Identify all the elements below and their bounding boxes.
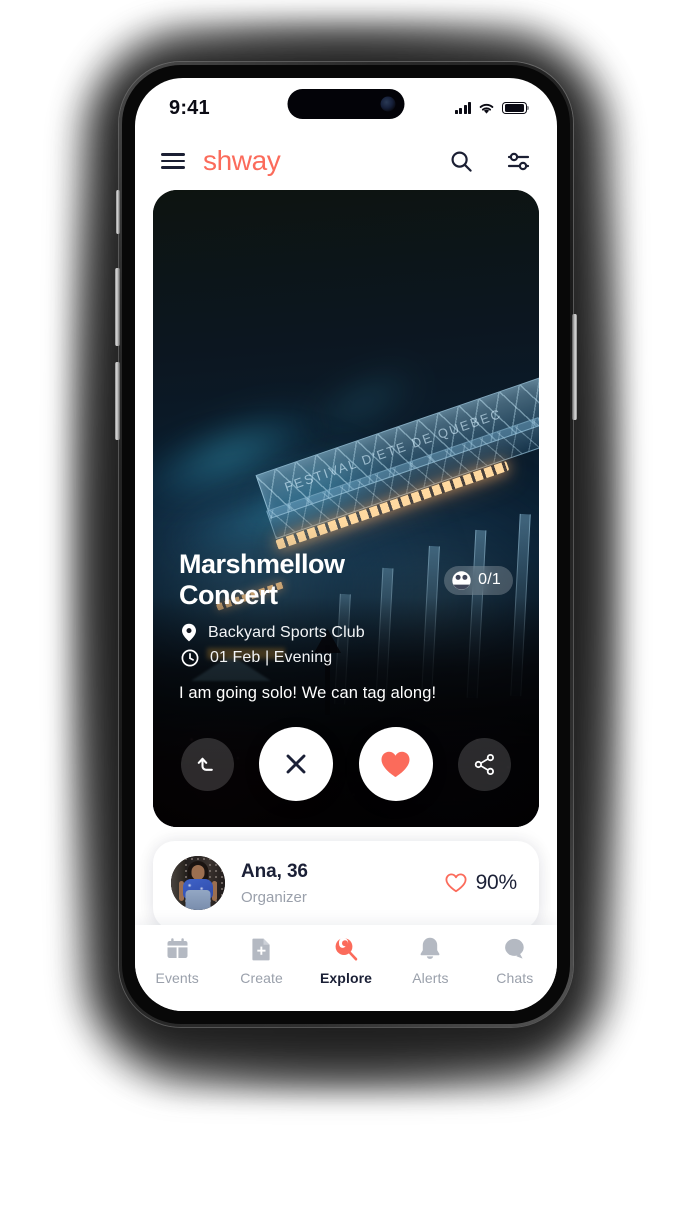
- status-bar-indicators: [454, 96, 530, 115]
- nav-label-create: Create: [240, 970, 283, 986]
- screenshot-canvas: 9:41 shway Marshmellow Concert 0/1 Backy…: [0, 0, 691, 1225]
- location-pin-icon: [182, 623, 196, 642]
- volume-up-button[interactable]: [115, 268, 120, 346]
- nav-label-chats: Chats: [496, 970, 534, 986]
- match-percentage: 90%: [445, 871, 517, 895]
- event-location-row: Backyard Sports Club: [179, 623, 513, 642]
- organizer-card[interactable]: Ana, 36 Organizer 90%: [153, 841, 539, 930]
- nav-label-events: Events: [155, 970, 199, 986]
- event-action-bar: [179, 727, 513, 801]
- nav-item-explore[interactable]: Explore: [304, 936, 388, 986]
- like-button[interactable]: [358, 727, 433, 801]
- explore-search-icon: [333, 936, 359, 961]
- undo-arrow-icon: [197, 757, 213, 771]
- event-title-row: Marshmellow Concert 0/1: [179, 549, 513, 611]
- phone-bezel: 9:41 shway Marshmellow Concert 0/1 Backy…: [122, 65, 570, 1024]
- nav-label-explore: Explore: [319, 970, 373, 986]
- share-icon: [474, 753, 494, 775]
- event-datetime-text: 01 Feb | Evening: [210, 649, 333, 666]
- avatar: [171, 856, 225, 910]
- front-camera-icon: [380, 96, 396, 112]
- cellular-signal-icon: [454, 102, 471, 114]
- nav-item-create[interactable]: Create: [219, 936, 303, 986]
- reject-button[interactable]: [259, 727, 334, 801]
- close-x-icon: [286, 754, 306, 774]
- wifi-icon: [479, 103, 494, 114]
- nav-item-alerts[interactable]: Alerts: [388, 936, 472, 986]
- volume-down-button[interactable]: [115, 362, 120, 440]
- event-card[interactable]: FESTIVAL D'ETE DE QUEBEC: [153, 190, 539, 827]
- bottom-navigation-bar: Events Create Explore Alerts Chats: [135, 925, 557, 1011]
- match-percentage-value: 90%: [475, 871, 518, 894]
- status-bar-clock: 9:41: [169, 96, 210, 119]
- attendee-count-badge: 0/1: [444, 565, 513, 595]
- bell-icon: [418, 936, 442, 961]
- nav-item-events[interactable]: Events: [135, 936, 219, 986]
- dynamic-island: [287, 89, 405, 119]
- event-location-text: Backyard Sports Club: [208, 623, 365, 641]
- attendee-count-text: 0/1: [478, 571, 501, 588]
- app-header: shway: [135, 132, 557, 190]
- status-bar: 9:41: [135, 78, 557, 132]
- nav-label-alerts: Alerts: [412, 970, 449, 986]
- search-icon[interactable]: [449, 149, 474, 174]
- event-details: Marshmellow Concert 0/1 Backyard Sports …: [153, 549, 539, 827]
- event-card-container: FESTIVAL D'ETE DE QUEBEC: [135, 190, 557, 827]
- event-description: I am going solo! We can tag along!: [179, 684, 437, 702]
- organizer-name: Ana, 36: [241, 860, 308, 882]
- people-group-icon: [452, 570, 471, 590]
- silence-switch-button[interactable]: [116, 190, 120, 234]
- undo-button[interactable]: [181, 737, 234, 791]
- filter-sliders-icon[interactable]: [506, 149, 531, 174]
- power-button[interactable]: [572, 314, 577, 420]
- battery-full-icon: [502, 101, 530, 115]
- app-logo: shway: [203, 145, 281, 176]
- phone-device-frame: 9:41 shway Marshmellow Concert 0/1 Backy…: [115, 62, 577, 1027]
- event-title: Marshmellow Concert: [179, 549, 345, 610]
- heart-outline-icon: [445, 873, 467, 893]
- chat-bubble-icon: [502, 936, 527, 961]
- organizer-info: Ana, 36 Organizer: [241, 861, 429, 906]
- nav-item-chats[interactable]: Chats: [473, 936, 557, 986]
- event-datetime-row: 01 Feb | Evening: [179, 649, 513, 667]
- phone-screen: 9:41 shway Marshmellow Concert 0/1 Backy…: [135, 78, 557, 1011]
- calendar-icon: [165, 936, 190, 961]
- organizer-role: Organizer: [241, 888, 307, 906]
- heart-filled-icon: [381, 751, 410, 777]
- document-plus-icon: [251, 936, 272, 961]
- share-button[interactable]: [457, 737, 511, 791]
- clock-icon: [181, 649, 199, 667]
- hamburger-menu-icon[interactable]: [161, 149, 185, 174]
